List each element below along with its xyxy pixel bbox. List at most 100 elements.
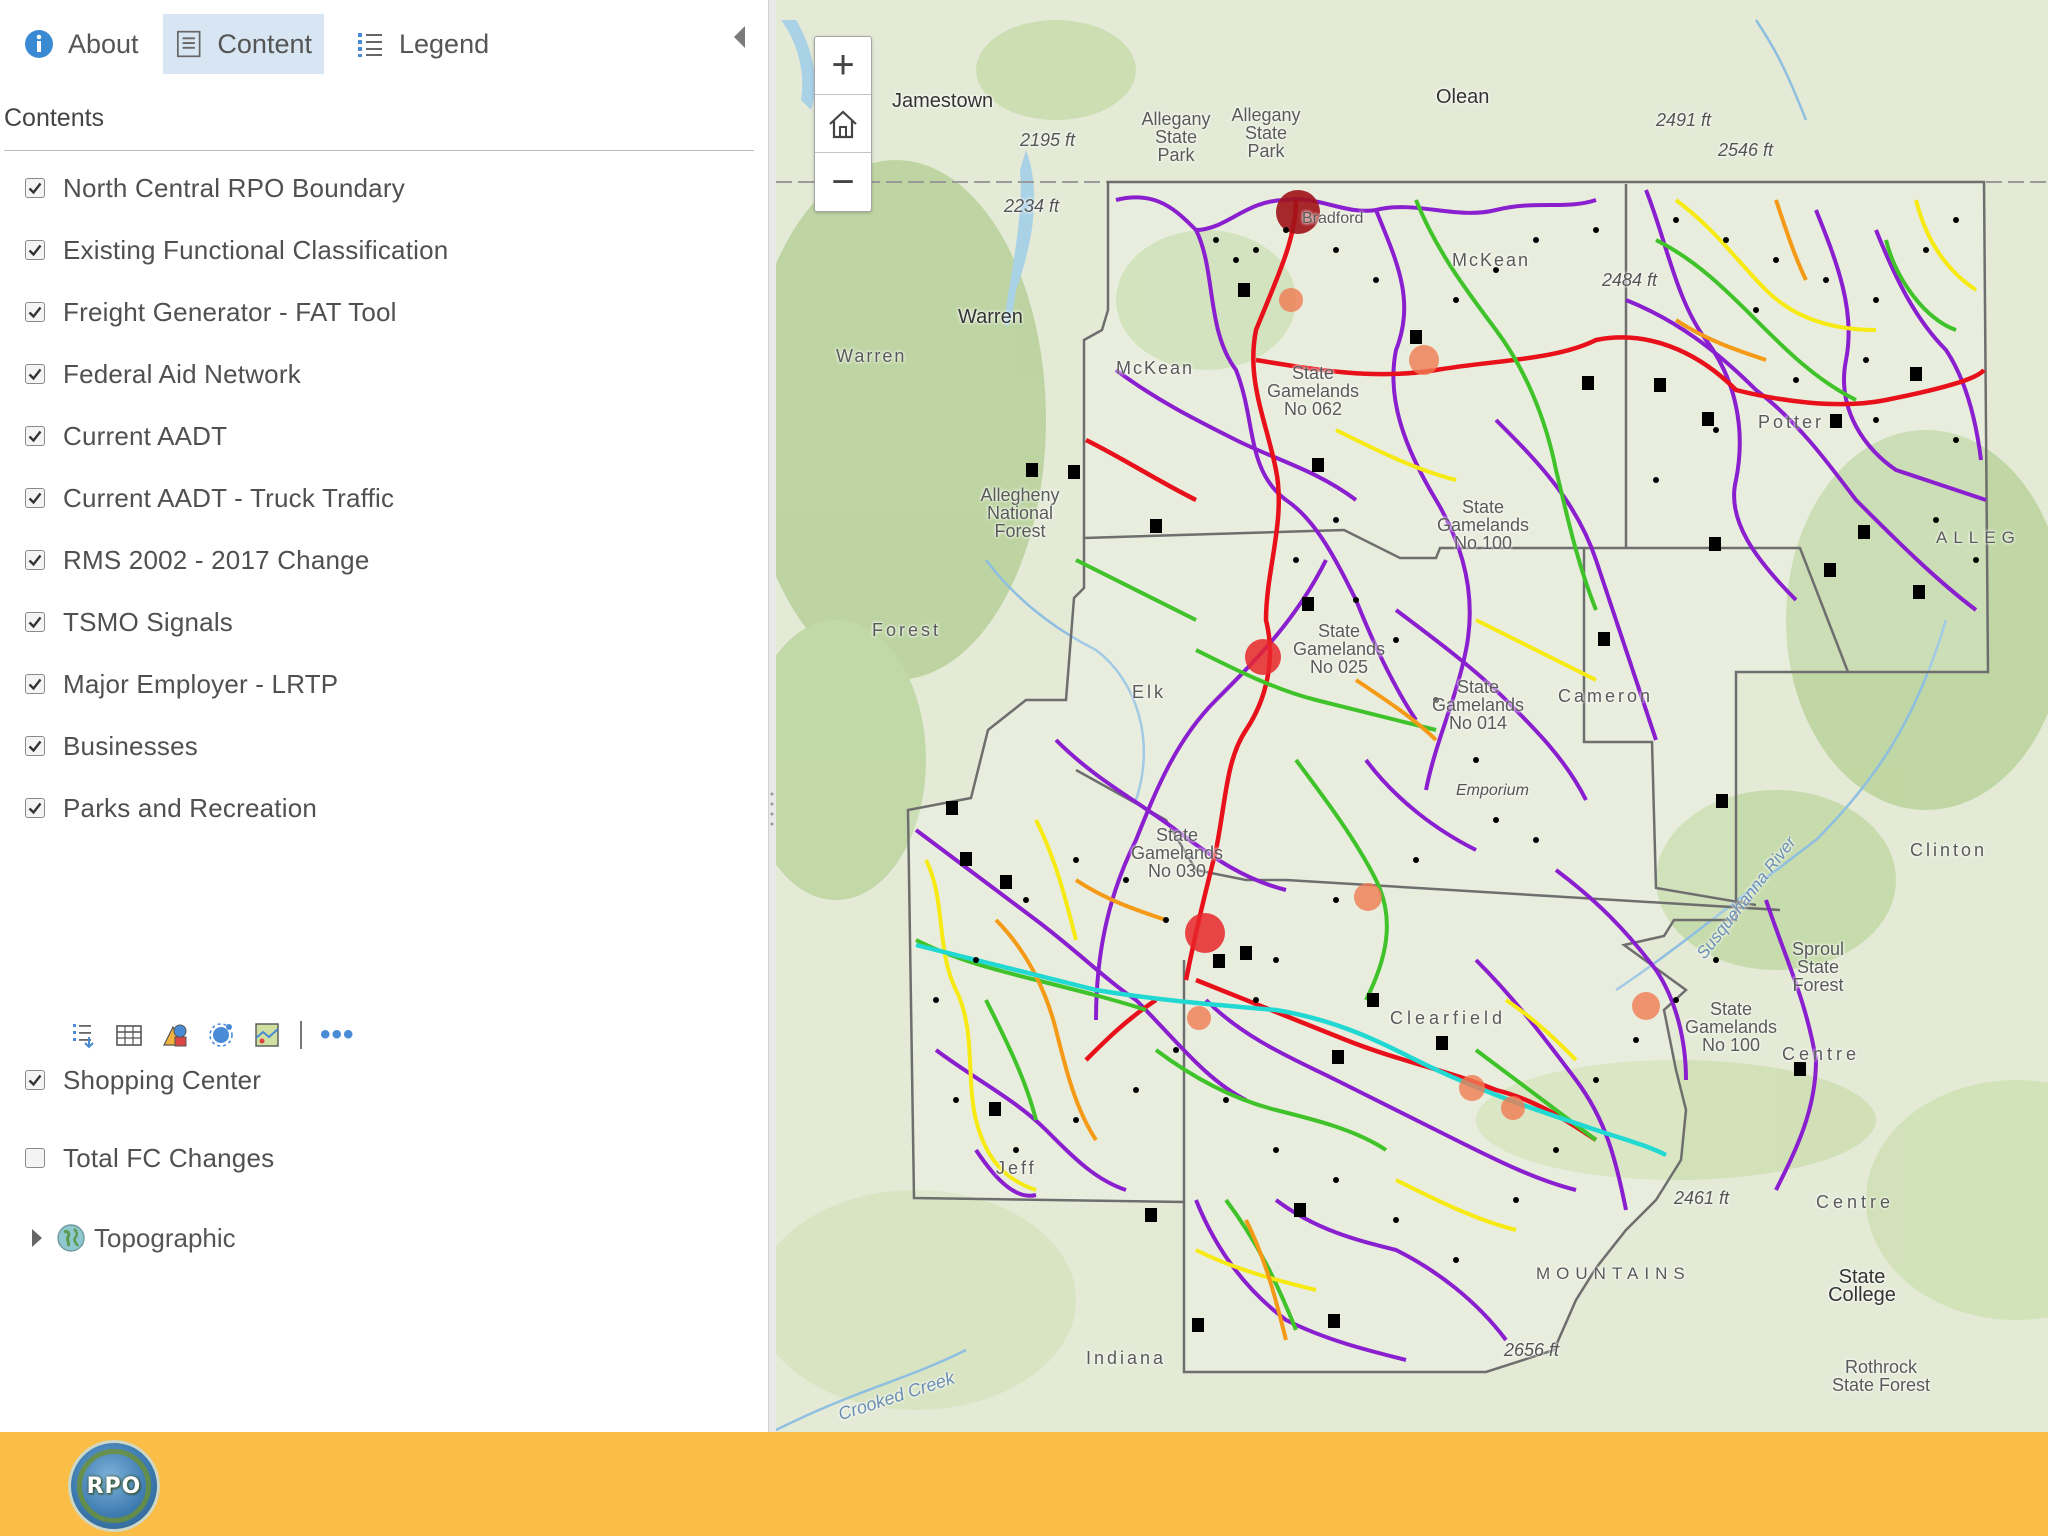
layer-checkbox-checked[interactable] [25,736,45,756]
layer-row[interactable]: Businesses [25,726,198,766]
layer-checkbox-checked[interactable] [25,364,45,384]
label-elev-2546: 2546 ft [1718,140,1774,160]
checkmark-icon [28,802,42,815]
layer-row[interactable]: Major Employer - LRTP [25,664,338,704]
more-options-button[interactable]: ••• [320,1020,355,1050]
layer-checkbox-checked[interactable] [25,488,45,508]
label-sgl-025: State Gamelands No 025 [1292,621,1386,677]
label-elev-2195: 2195 ft [1020,130,1076,150]
layer-row[interactable]: Federal Aid Network [25,354,301,394]
layer-legend-icon[interactable] [68,1020,98,1050]
label-elev-2491: 2491 ft [1656,110,1712,130]
layer-row[interactable]: North Central RPO Boundary [25,168,405,208]
label-sgl-062: State Gamelands No 062 [1266,363,1360,419]
map-image-icon[interactable] [252,1020,282,1050]
layer-checkbox-checked[interactable] [25,1070,45,1090]
layer-row[interactable]: Current AADT [25,416,227,456]
map-view[interactable]: Jamestown Olean Warren Warren Allegany S… [776,0,2048,1432]
label-centre-2: Centre [1816,1192,1895,1212]
panel-tabbar: About Content Legend [0,0,776,80]
layer-checkbox[interactable] [25,1148,45,1168]
logo-text: RPO [86,1473,142,1499]
checkmark-icon [28,368,42,381]
layer-checkbox-checked[interactable] [25,302,45,322]
checkmark-icon [28,244,42,257]
layer-row[interactable]: Existing Functional Classification [25,230,448,270]
layer-row[interactable]: TSMO Signals [25,602,233,642]
splitter-grip-icon[interactable] [770,790,774,830]
basemap-row[interactable]: Topographic [32,1218,236,1258]
layer-row[interactable]: Current AADT - Truck Traffic [25,478,394,518]
expand-arrow-icon[interactable] [32,1229,42,1247]
panel-splitter[interactable] [768,0,776,1432]
layer-checkbox-checked[interactable] [25,798,45,818]
layer-checkbox-checked[interactable] [25,426,45,446]
globe-icon [57,1224,85,1252]
layer-label: Shopping Center [63,1064,262,1095]
label-cameron: Cameron [1558,686,1654,706]
home-icon [829,110,857,138]
checkmark-icon [28,306,42,319]
layer-row[interactable]: Freight Generator - FAT Tool [25,292,397,332]
label-elev-2484: 2484 ft [1602,270,1658,290]
label-allegany-sp-2: Allegany State Park [1231,105,1301,161]
label-mckean-north: McKean [1452,250,1531,270]
tab-legend[interactable]: Legend [343,14,501,74]
layer-label: Existing Functional Classification [63,234,449,265]
checkmark-icon [28,1074,42,1087]
checkmark-icon [28,740,42,753]
tab-about[interactable]: About [12,14,151,74]
label-elev-2461: 2461 ft [1674,1188,1730,1208]
layer-checkbox-checked[interactable] [25,178,45,198]
label-olean: Olean [1436,86,1490,108]
checkmark-icon [28,616,42,629]
tools-separator [300,1021,302,1049]
content-icon [176,30,201,58]
layer-checkbox-checked[interactable] [25,240,45,260]
attribute-table-icon[interactable] [114,1020,144,1050]
label-sgl-100: State Gamelands No 100 [1684,999,1778,1055]
label-state-college: State College [1828,1266,1896,1306]
home-button[interactable] [815,95,871,153]
label-mountains: MOUNTAINS [1536,1264,1691,1283]
label-elev-2234: 2234 ft [1004,196,1060,216]
label-centre-1: Centre [1782,1044,1861,1064]
tab-content-label: Content [217,28,312,59]
layer-checkbox-checked[interactable] [25,674,45,694]
basemap-label: Topographic [94,1222,236,1253]
legend-list-icon [358,33,382,57]
layer-row[interactable]: RMS 2002 - 2017 Change [25,540,370,580]
checkmark-icon [28,430,42,443]
zoom-in-button[interactable]: + [815,37,871,95]
map-canvas[interactable] [776,0,2048,1432]
tab-content[interactable]: Content [163,14,324,74]
contents-heading: Contents [4,104,105,132]
layer-checkbox-checked[interactable] [25,550,45,570]
footer-bar [0,1432,2048,1536]
layer-label: Total FC Changes [63,1142,275,1173]
label-sgl-014: State Gamelands No 014 [1431,677,1525,733]
label-clearfield: Clearfield [1390,1008,1507,1028]
layer-tools: ••• [68,1018,355,1052]
collapse-panel-icon[interactable] [734,26,745,48]
layer-checkbox-checked[interactable] [25,612,45,632]
checkmark-icon [28,554,42,567]
layer-label: Major Employer - LRTP [63,668,339,699]
zoom-out-button[interactable]: − [815,153,871,211]
layer-label: TSMO Signals [63,606,234,637]
label-emporium: Emporium [1456,782,1529,799]
change-style-icon[interactable] [160,1020,190,1050]
layer-label: Freight Generator - FAT Tool [63,296,397,327]
label-elk: Elk [1132,682,1167,702]
layer-label: North Central RPO Boundary [63,172,405,203]
layer-row[interactable]: Total FC Changes [25,1138,274,1178]
label-sgl-030: State Gamelands No 030 [1130,825,1224,881]
layer-row[interactable]: Parks and Recreation [25,788,317,828]
rpo-logo[interactable]: RPO [68,1440,160,1532]
layer-label: RMS 2002 - 2017 Change [63,544,370,575]
layer-row[interactable]: Shopping Center [25,1060,261,1100]
label-sgl-clearfield: State Gamelands No 100 [1436,497,1530,553]
label-jefferson: Jeff [996,1158,1037,1178]
analysis-icon[interactable] [206,1020,236,1050]
tab-about-label: About [68,28,139,59]
